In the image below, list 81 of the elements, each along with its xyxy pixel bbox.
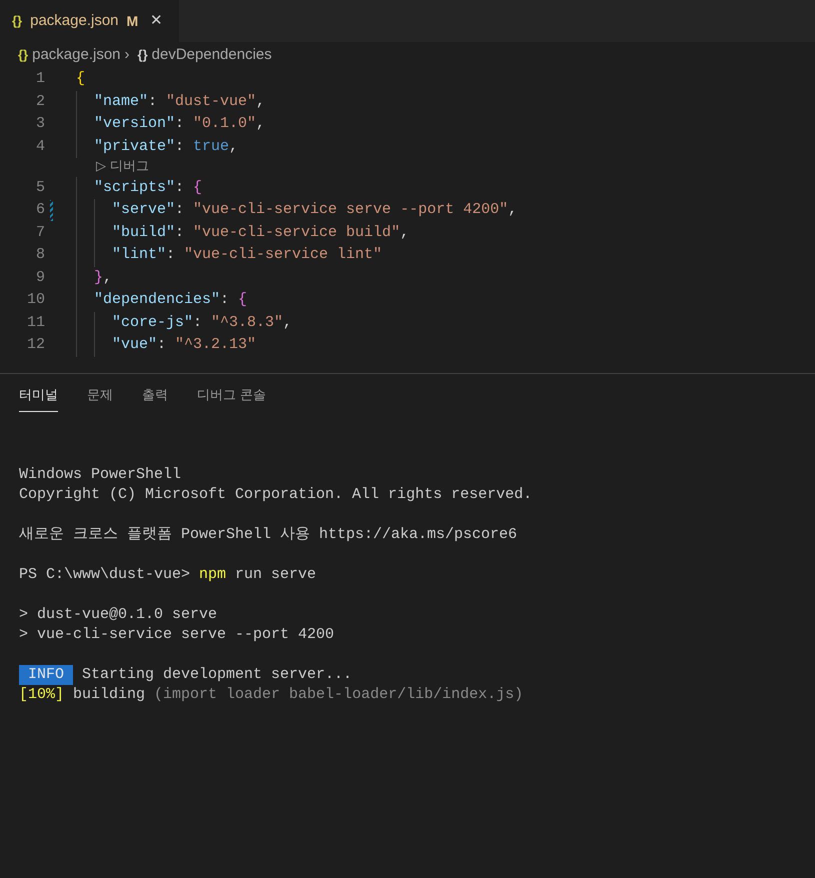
terminal-text: (import loader babel-loader/lib/index.js): [154, 685, 524, 705]
code-token: "name": [94, 92, 148, 112]
line-number: 12: [26, 335, 45, 355]
code-token: :: [166, 245, 176, 265]
code-token: }: [94, 268, 104, 288]
code-token: {: [238, 290, 248, 310]
json-icon: {}: [18, 45, 28, 65]
code-token: "vue": [112, 335, 158, 355]
code-token: :: [220, 290, 230, 310]
line-number: 5: [34, 178, 45, 198]
panel-tab[interactable]: 디버그 콘솔: [197, 386, 266, 412]
chevron-icon: ›: [124, 44, 130, 66]
line-number: 7: [34, 222, 45, 242]
code-token: ,: [229, 136, 238, 156]
line-number: 11: [26, 312, 45, 332]
code-token: ,: [283, 312, 292, 332]
breadcrumb-item[interactable]: devDependencies: [152, 44, 272, 66]
play-icon[interactable]: ▷: [96, 156, 106, 178]
json-icon: {}: [12, 11, 22, 31]
code-token: :: [175, 136, 186, 156]
panel-tab[interactable]: 출력: [142, 386, 168, 412]
line-number: 9: [34, 268, 45, 288]
code-token: "core-js": [112, 312, 194, 332]
breadcrumb-item[interactable]: package.json: [32, 44, 121, 66]
panel-tab[interactable]: 문제: [87, 386, 113, 412]
code-token: "lint": [112, 245, 166, 265]
terminal-text: Copyright (C) Microsoft Corporation. All rights reserved.: [19, 485, 532, 505]
code-token: true: [193, 136, 230, 156]
code-token: "vue-cli-service lint": [184, 245, 382, 265]
code-token: ,: [508, 200, 518, 220]
terminal-text: > vue-cli-service serve --port 4200: [19, 625, 334, 645]
terminal-text: npm: [199, 565, 226, 585]
editor-tab[interactable]: {} package.json M ✕: [0, 0, 180, 42]
code-token: {: [193, 178, 202, 198]
terminal-text: [10%]: [19, 685, 64, 705]
terminal-text: Windows PowerShell: [19, 465, 182, 485]
code-token: ,: [256, 114, 266, 134]
code-token: "private": [94, 136, 176, 156]
code-token: "^3.8.3": [211, 312, 284, 332]
line-number: 8: [34, 245, 45, 265]
modified-status-label: M: [126, 12, 138, 30]
terminal-text: PS C:\www\dust-vue>: [19, 565, 192, 585]
line-number: 1: [34, 69, 45, 89]
terminal-text: > dust-vue@0.1.0 serve: [19, 605, 218, 625]
code-token: ,: [256, 92, 266, 112]
code-token: :: [175, 114, 186, 134]
terminal-text: 새로운 크로스 플랫폼 PowerShell 사용 https://aka.ms/pscore6: [19, 525, 518, 545]
code-token: ,: [103, 268, 112, 288]
terminal-text: run serve: [234, 565, 316, 585]
code-token: ,: [400, 222, 410, 242]
code-token: :: [157, 335, 168, 355]
code-token: :: [175, 200, 186, 220]
terminal-text: Starting development server...: [81, 665, 352, 685]
line-number: 2: [34, 92, 45, 112]
code-token: :: [148, 92, 158, 112]
code-token: "build": [112, 222, 176, 242]
code-token: "vue-cli-service build": [193, 222, 400, 242]
code-token: :: [175, 178, 186, 198]
line-number: 4: [34, 136, 45, 156]
info-badge: INFO: [19, 665, 74, 685]
code-token: :: [175, 222, 186, 242]
debug-codelens-link[interactable]: 디버그: [110, 156, 149, 178]
code-token: {: [76, 69, 86, 89]
code-token: "^3.2.13": [175, 335, 256, 355]
code-token: "version": [94, 114, 176, 134]
tab-label: package.json: [30, 10, 119, 31]
code-token: "vue-cli-service serve --port 4200": [193, 200, 508, 220]
line-number: 10: [26, 290, 45, 310]
code-token: "scripts": [94, 178, 176, 198]
terminal-text: building: [72, 685, 146, 705]
code-token: "dust-vue": [166, 92, 256, 112]
code-token: :: [193, 312, 204, 332]
code-token: "0.1.0": [193, 114, 256, 134]
gutter-change-marker: [50, 200, 53, 221]
line-number: 6: [34, 200, 45, 220]
line-number: 3: [34, 114, 45, 134]
close-icon[interactable]: ✕: [150, 10, 164, 32]
braces-icon: {}: [138, 45, 148, 65]
panel-tab[interactable]: 터미널: [19, 386, 58, 412]
code-token: "dependencies": [94, 290, 220, 310]
code-token: "serve": [112, 200, 176, 220]
